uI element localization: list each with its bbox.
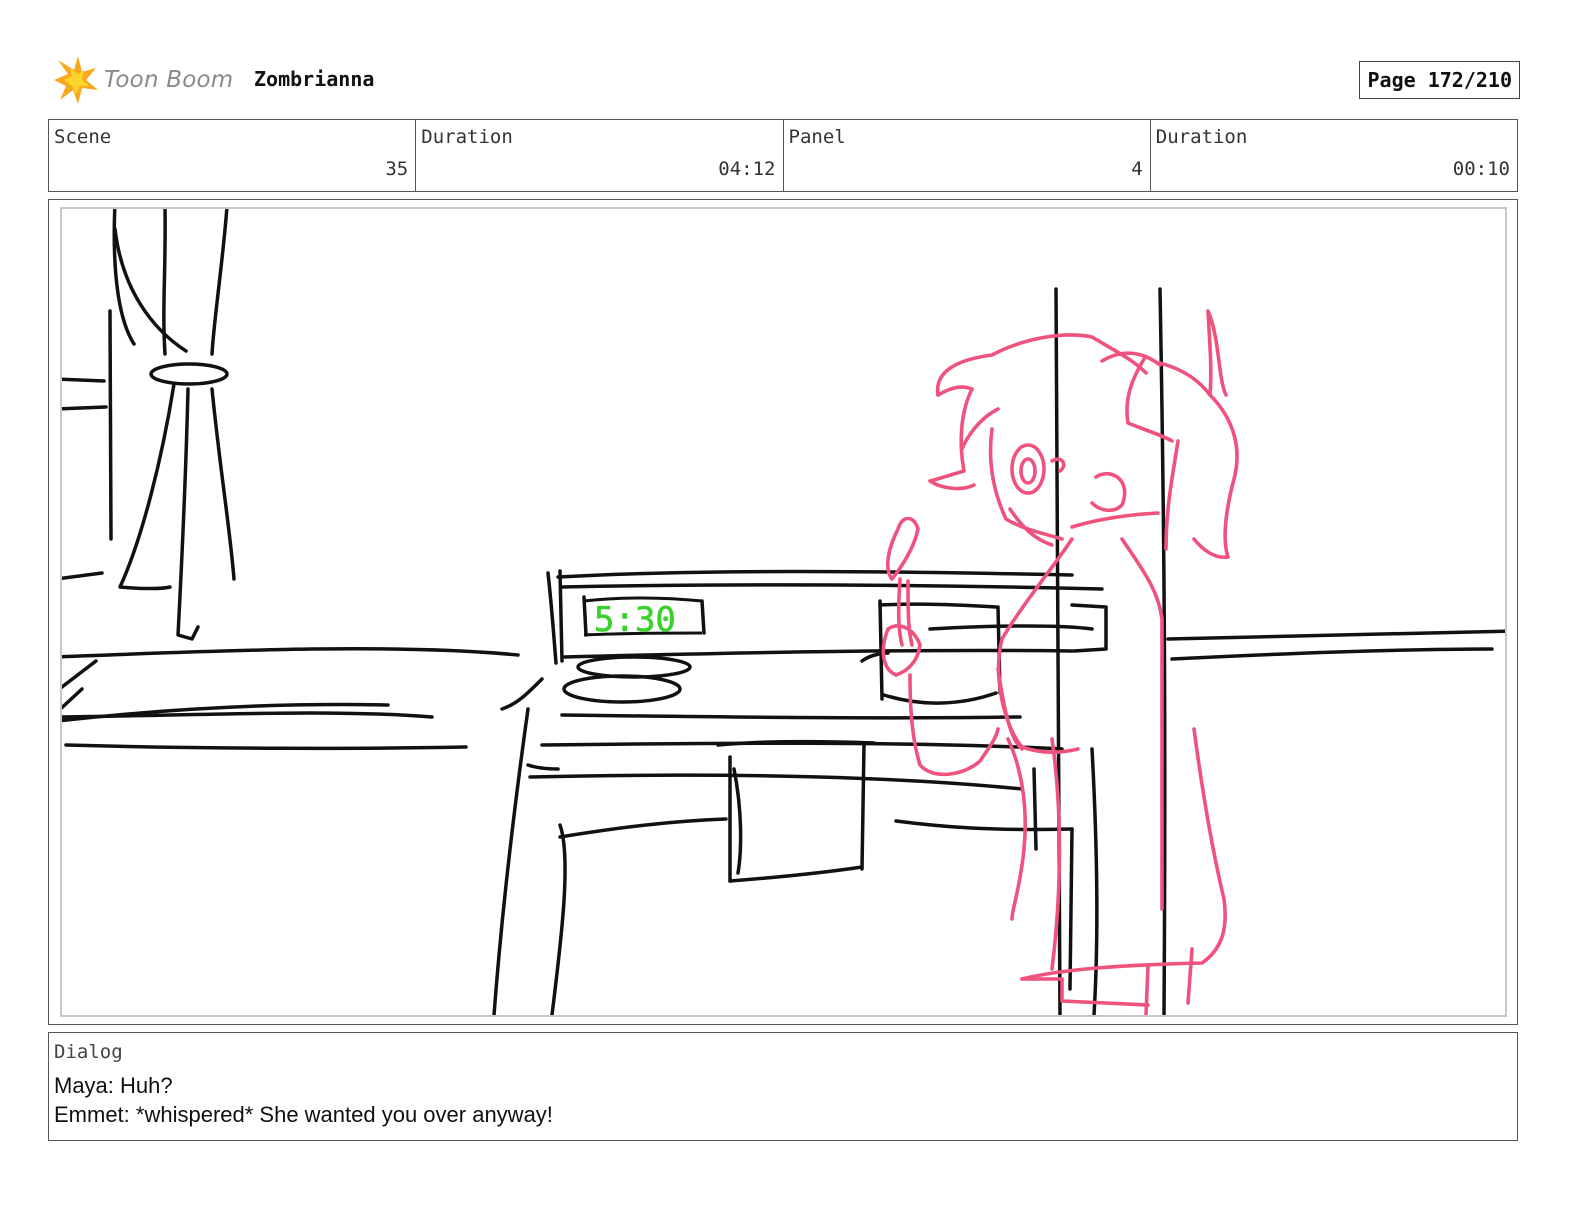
- panel-cell: Panel 4: [784, 120, 1151, 191]
- page-label: Page: [1367, 68, 1416, 92]
- toon-boom-logo: Toon Boom: [48, 54, 233, 106]
- dialog-line: Emmet: *whispered* She wanted you over a…: [54, 1102, 553, 1127]
- panel-info-table: Scene 35 Duration 04:12 Panel 4 Duration…: [48, 119, 1518, 192]
- clock-digits: 5:30: [594, 600, 676, 640]
- panel-drawing-area: 5:30: [60, 207, 1507, 1017]
- scene-duration-label: Duration: [421, 126, 513, 148]
- scene-duration-value: 04:12: [718, 158, 776, 180]
- panel-duration-cell: Duration 00:10: [1151, 120, 1517, 191]
- panel-value: 4: [1131, 158, 1143, 180]
- panel-duration-label: Duration: [1155, 126, 1248, 148]
- dialog-label: Dialog: [54, 1041, 123, 1063]
- project-title: Zombrianna: [254, 67, 375, 91]
- storyboard-header: Toon Boom Zombrianna Page 172/210: [48, 54, 1520, 106]
- dialog-box: Dialog Maya: Huh? Emmet: *whispered* She…: [48, 1032, 1518, 1141]
- page-number: 172/210: [1427, 68, 1512, 92]
- panel-frame: 5:30: [48, 199, 1518, 1025]
- dialog-lines: Maya: Huh? Emmet: *whispered* She wanted…: [54, 1071, 553, 1129]
- scene-value: 35: [385, 158, 409, 180]
- logo-text: Toon Boom: [104, 67, 234, 93]
- background-sketch-lines: [62, 209, 1505, 1015]
- scene-label: Scene: [54, 126, 112, 148]
- page-indicator: Page 172/210: [1359, 61, 1520, 99]
- scene-duration-cell: Duration 04:12: [416, 120, 784, 191]
- panel-label: Panel: [788, 126, 846, 148]
- toon-boom-burst-icon: [54, 56, 98, 104]
- panel-duration-value: 00:10: [1452, 158, 1510, 180]
- dialog-line: Maya: Huh?: [54, 1073, 173, 1098]
- scene-cell: Scene 35: [49, 120, 417, 191]
- storyboard-sketch: 5:30: [62, 209, 1505, 1015]
- stove-clock: 5:30: [583, 596, 703, 640]
